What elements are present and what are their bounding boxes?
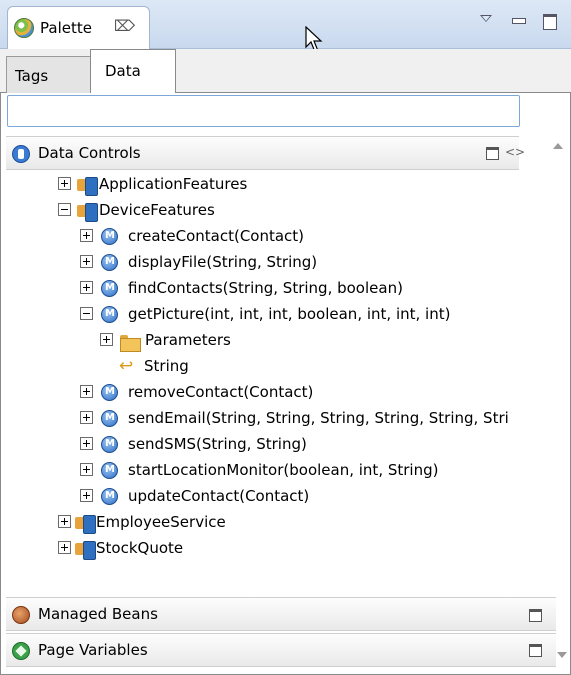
method-icon [101,306,118,323]
method-icon [101,228,118,245]
data-controls-header[interactable]: Data Controls <> [6,136,525,170]
tree-node-label: sendEmail(String, String, String, String… [128,409,509,427]
page-variables-icon [12,642,30,660]
service-icon [75,539,96,560]
tree-node-label: startLocationMonitor(boolean, int, Strin… [128,461,439,479]
palette-icon [14,18,34,38]
tree-node-label: updateContact(Contact) [128,487,310,505]
palette-view-title: Palette [40,19,92,37]
data-controls-label: Data Controls [38,144,141,162]
feature-icon [77,201,98,222]
expand-icon[interactable] [80,255,93,268]
managed-beans-label: Managed Beans [38,605,158,623]
collapse-icon[interactable] [58,203,71,216]
expand-icon[interactable] [80,229,93,242]
tree-node-label: String [144,357,189,375]
feature-icon [77,175,98,196]
expand-icon[interactable] [80,489,93,502]
minimize-icon[interactable] [510,12,528,28]
tab-data[interactable]: Data [90,49,176,94]
maximize-section-icon[interactable] [529,609,542,622]
tree-node-label: removeContact(Contact) [128,383,314,401]
tree-node-label: findContacts(String, String, boolean) [128,279,403,297]
tree-node-label: ApplicationFeatures [99,175,248,193]
palette-view-tab[interactable]: Palette ⌦ [7,6,150,49]
tree-node-label: sendSMS(String, String) [128,435,307,453]
palette-tabs: Tags Data [0,49,571,94]
tree-node-label: getPicture(int, int, int, boolean, int, … [128,305,451,323]
maximize-section-icon[interactable] [529,644,542,657]
tab-data-label: Data [105,62,141,80]
method-icon [101,384,118,401]
method-icon [101,410,118,427]
scroll-up-icon[interactable] [553,143,563,149]
tree-node-label: EmployeeService [96,513,226,531]
method-icon [101,488,118,505]
view-menu-icon[interactable] [478,12,496,28]
method-icon [101,254,118,271]
search-input[interactable] [7,95,520,127]
expand-icon[interactable] [80,463,93,476]
close-icon[interactable]: ⌦ [114,17,135,35]
data-controls-icon [12,145,30,163]
collapse-icon[interactable] [80,307,93,320]
tab-tags-label: Tags [15,67,49,85]
tab-tags[interactable]: Tags [6,56,91,93]
tree-node-label: createContact(Contact) [128,227,305,245]
expand-icon[interactable] [58,515,71,528]
expand-icon[interactable] [80,385,93,398]
expand-icon[interactable] [58,541,71,554]
service-icon [75,513,96,534]
folder-icon [119,331,141,352]
method-icon [101,436,118,453]
tree-node-label: StockQuote [96,539,184,557]
method-icon [101,462,118,479]
return-type-icon [119,356,139,378]
maximize-icon[interactable] [541,12,559,30]
tree-node-label: Parameters [145,331,231,349]
page-variables-header[interactable]: Page Variables [6,633,556,667]
expand-icon[interactable] [80,411,93,424]
page-variables-label: Page Variables [38,641,148,659]
expand-icon[interactable] [80,437,93,450]
expand-icon[interactable] [80,281,93,294]
managed-beans-icon [12,606,30,624]
scroll-down-icon[interactable] [557,652,567,658]
tree-node-label: DeviceFeatures [99,201,215,219]
managed-beans-header[interactable]: Managed Beans [6,597,556,631]
link-icon[interactable]: <> [505,145,525,159]
vertical-scrollbar[interactable] [549,137,569,593]
expand-icon[interactable] [100,333,113,346]
method-icon [101,280,118,297]
tree-node-label: displayFile(String, String) [128,253,318,271]
view-tab-bar: Palette ⌦ [0,0,571,53]
maximize-section-icon[interactable] [486,147,499,160]
expand-icon[interactable] [58,177,71,190]
